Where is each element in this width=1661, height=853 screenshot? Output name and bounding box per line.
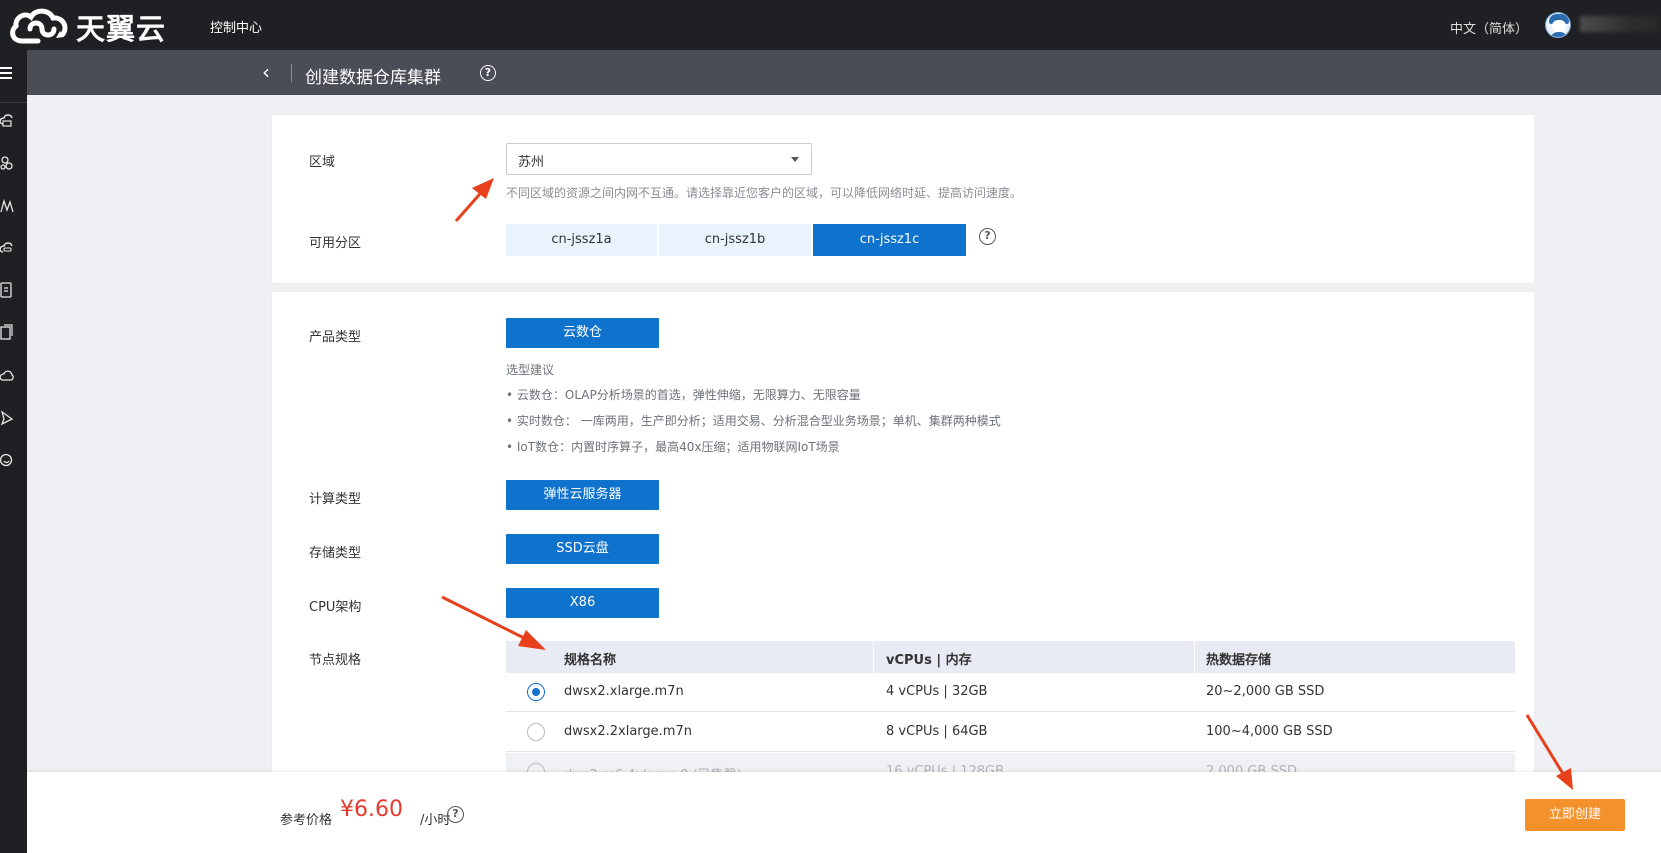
storage-icon[interactable] (0, 282, 14, 298)
back-button[interactable]: ‹ (262, 62, 278, 82)
page-title: 创建数据仓库集群 (305, 68, 441, 88)
price-unit: /小时 (420, 813, 451, 828)
compute-type-option[interactable]: 弹性云服务器 (506, 480, 659, 510)
username[interactable] (1580, 16, 1661, 32)
advice-item: • IoT数仓：内置时序算子，最高40x压缩；适用物联网IoT场景 (506, 440, 840, 454)
spec-name: dwsx2.xlarge.m7n (564, 684, 684, 699)
table-row[interactable]: dwsx2.xlarge.m7n 4 vCPUs | 32GB 20~2,000… (506, 673, 1515, 712)
compute-type-label: 计算类型 (309, 492, 362, 507)
left-sidebar (0, 50, 27, 853)
user-avatar[interactable] (1545, 12, 1571, 38)
sidebar-divider (0, 102, 27, 103)
language-selector[interactable]: 中文（简体） (1450, 18, 1528, 37)
price-value: ¥6.60 (340, 797, 403, 822)
price-label: 参考价格 (280, 813, 333, 828)
brand-name: 天翼云 (76, 12, 167, 46)
spec-cpu-mem: 4 vCPUs | 32GB (886, 684, 988, 699)
storage-type-option[interactable]: SSD云盘 (506, 534, 659, 564)
header-divider (291, 64, 292, 82)
az-option-cn-jssz1a[interactable]: cn-jssz1a (506, 224, 657, 256)
product-type-label: 产品类型 (309, 330, 362, 345)
spec-name: dwsx2.2xlarge.m7n (564, 724, 692, 739)
create-now-button[interactable]: 立即创建 (1525, 799, 1625, 831)
console-link[interactable]: 控制中心 (210, 17, 262, 36)
region-value: 苏州 (518, 155, 545, 170)
advice-item: • 实时数仓： 一库两用，生产即分析；适用交易、分析混合型业务场景；单机、集群两… (506, 414, 1001, 428)
column-header: 规格名称 (564, 653, 617, 668)
cloud-logo-icon (8, 7, 70, 47)
menu-icon[interactable] (0, 64, 14, 84)
column-header: vCPUs | 内存 (886, 653, 972, 668)
send-icon[interactable] (0, 410, 14, 426)
region-hint: 不同区域的资源之间内网不互通。请选择靠近您客户的区域，可以降低网络时延、提高访问… (506, 186, 1023, 200)
document-icon[interactable] (0, 324, 14, 340)
support-icon[interactable] (0, 452, 14, 468)
monitor-icon[interactable] (0, 198, 14, 214)
node-spec-label: 节点规格 (309, 653, 362, 668)
brand-logo[interactable]: 天翼云 (8, 6, 166, 48)
spec-storage: 100~4,000 GB SSD (1206, 724, 1333, 739)
region-label: 区域 (309, 155, 336, 170)
cpu-arch-option[interactable]: X86 (506, 588, 659, 618)
region-select[interactable]: 苏州 (506, 143, 812, 175)
cpu-arch-label: CPU架构 (309, 600, 362, 615)
table-row[interactable]: dwsx2.2xlarge.m7n 8 vCPUs | 64GB 100~4,0… (506, 713, 1515, 752)
radio-button[interactable] (527, 723, 545, 741)
product-type-option[interactable]: 云数仓 (506, 318, 659, 348)
advice-title: 选型建议 (506, 363, 555, 377)
cloud-icon[interactable] (0, 368, 14, 384)
az-option-cn-jssz1b[interactable]: cn-jssz1b (659, 224, 811, 256)
spec-cpu-mem: 8 vCPUs | 64GB (886, 724, 988, 739)
caret-down-icon (791, 157, 799, 162)
cloud-server-icon[interactable] (0, 113, 14, 129)
az-label: 可用分区 (309, 236, 362, 251)
price-help-icon[interactable]: ? (447, 806, 464, 823)
az-help-icon[interactable]: ? (979, 228, 996, 245)
spec-storage: 20~2,000 GB SSD (1206, 684, 1325, 699)
help-icon[interactable]: ? (480, 65, 496, 81)
network-icon[interactable] (0, 155, 14, 171)
advice-item: • 云数仓：OLAP分析场景的首选，弹性伸缩，无限算力、无限容量 (506, 388, 861, 402)
footer-bar: 参考价格 ¥6.60 /小时 ? 立即创建 (27, 772, 1661, 853)
radio-button[interactable] (527, 683, 545, 701)
table-header: 规格名称 vCPUs | 内存 热数据存储 (506, 641, 1515, 673)
database-icon[interactable] (0, 240, 14, 256)
top-bar: 天翼云 控制中心 中文（简体） (0, 0, 1661, 50)
column-header: 热数据存储 (1206, 653, 1272, 668)
storage-type-label: 存储类型 (309, 546, 362, 561)
az-option-cn-jssz1c[interactable]: cn-jssz1c (813, 224, 966, 256)
page-header: ‹ 创建数据仓库集群 ? (27, 50, 1661, 95)
